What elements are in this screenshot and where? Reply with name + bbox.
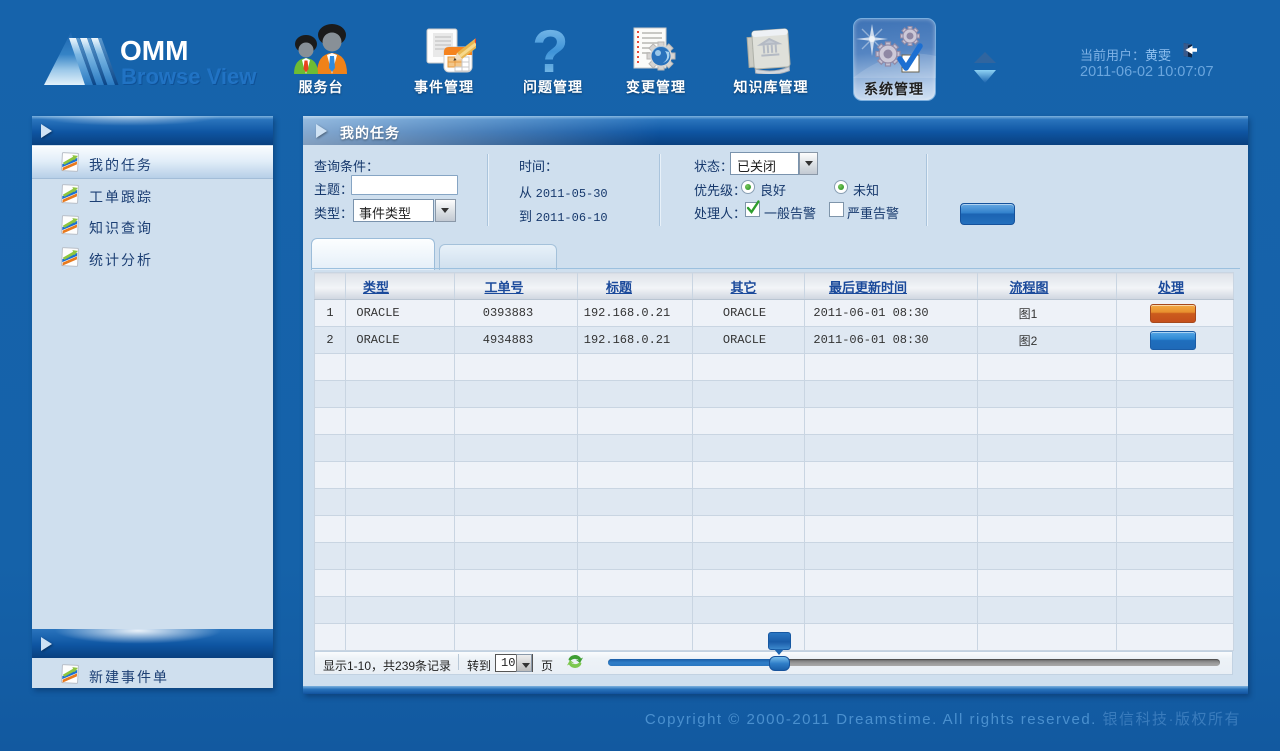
svg-text:Browse View: Browse View xyxy=(121,64,257,89)
svg-text:OMM: OMM xyxy=(120,35,188,66)
svg-text:?: ? xyxy=(532,22,569,76)
